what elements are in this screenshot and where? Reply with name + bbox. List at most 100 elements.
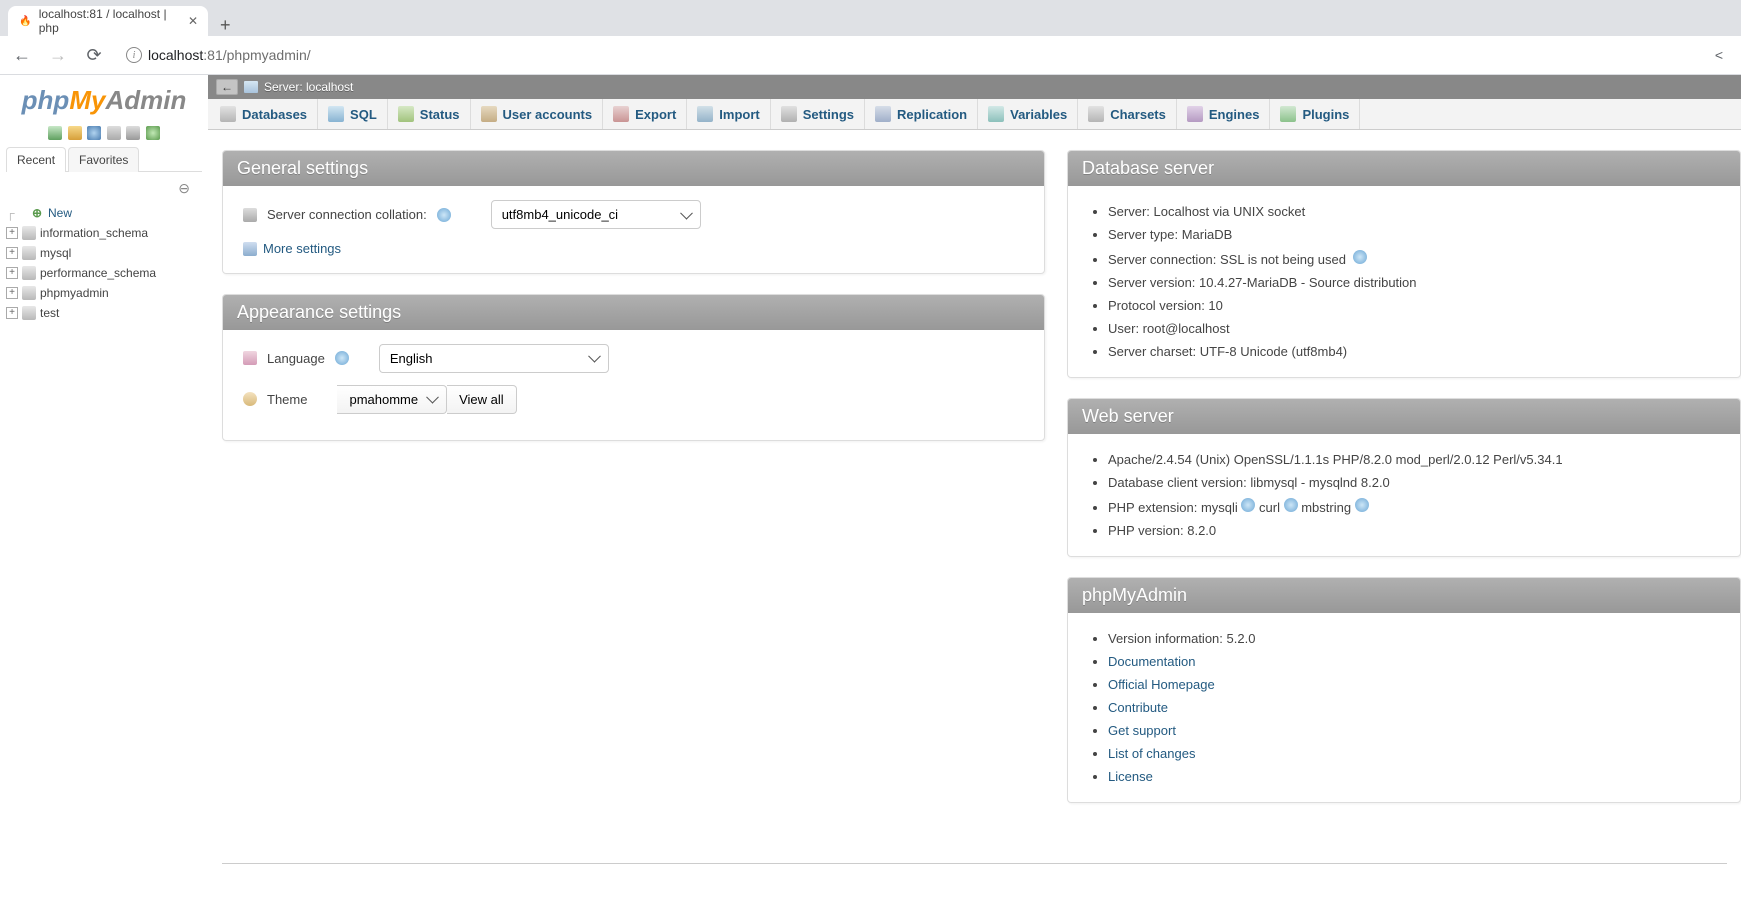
url-port: :81: [203, 47, 222, 63]
list-item: User: root@localhost: [1108, 317, 1720, 340]
logo-admin: Admin: [105, 85, 186, 115]
menu-label: Databases: [242, 107, 307, 122]
list-item: Apache/2.4.54 (Unix) OpenSSL/1.1.1s PHP/…: [1108, 448, 1720, 471]
site-info-icon[interactable]: i: [126, 47, 142, 63]
collapse-handle-icon[interactable]: ⊖: [0, 172, 208, 197]
tree-db-performance-schema[interactable]: + performance_schema: [4, 263, 204, 283]
url-host: localhost: [148, 47, 203, 63]
expand-icon[interactable]: +: [6, 247, 18, 259]
logout-icon[interactable]: [68, 126, 82, 140]
close-tab-icon[interactable]: ✕: [188, 14, 198, 28]
tree-db-information-schema[interactable]: + information_schema: [4, 223, 204, 243]
browser-chrome: 🔥 localhost:81 / localhost | php ✕ + ← →…: [0, 0, 1741, 75]
new-tab-button[interactable]: +: [208, 15, 243, 36]
database-tree: ┌ ⊕ New + information_schema + mysql + p…: [0, 197, 208, 329]
separator: [222, 863, 1727, 864]
link-contribute[interactable]: Contribute: [1108, 700, 1168, 715]
panel-database-server: Database server Server: Localhost via UN…: [1067, 150, 1741, 378]
menu-engines[interactable]: Engines: [1177, 99, 1271, 129]
collation-label: Server connection collation:: [267, 207, 427, 222]
tab-recent[interactable]: Recent: [6, 147, 66, 172]
menu-sql[interactable]: SQL: [318, 99, 388, 129]
panel-web-server: Web server Apache/2.4.54 (Unix) OpenSSL/…: [1067, 398, 1741, 557]
db-name: test: [40, 306, 59, 320]
menu-plugins[interactable]: Plugins: [1270, 99, 1360, 129]
language-label: Language: [267, 351, 325, 366]
main: ← Server: localhost Databases SQL Status Us…: [208, 75, 1741, 910]
nav-settings-icon[interactable]: [107, 126, 121, 140]
charsets-icon: [1088, 106, 1104, 122]
sidebar-tabs: Recent Favorites: [6, 146, 202, 172]
expand-icon[interactable]: +: [6, 287, 18, 299]
link-documentation[interactable]: Documentation: [1108, 654, 1195, 669]
logo[interactable]: phpMyAdmin: [0, 75, 208, 120]
server-label: Server: localhost: [264, 80, 353, 94]
menu-label: Replication: [897, 107, 967, 122]
expand-icon[interactable]: +: [6, 267, 18, 279]
list-item: Get support: [1108, 719, 1720, 742]
menu-charsets[interactable]: Charsets: [1078, 99, 1177, 129]
panel-title: Appearance settings: [223, 295, 1044, 330]
panel-title: Database server: [1068, 151, 1740, 186]
quick-icons: [0, 120, 208, 146]
tab-title: localhost:81 / localhost | php: [39, 7, 178, 35]
link-license[interactable]: License: [1108, 769, 1153, 784]
home-icon[interactable]: [48, 126, 62, 140]
menu-label: SQL: [350, 107, 377, 122]
export-icon: [613, 106, 629, 122]
plugins-icon: [1280, 106, 1296, 122]
wrench-icon: [243, 242, 257, 256]
reload-button[interactable]: ⟳: [80, 41, 108, 69]
forward-button[interactable]: →: [44, 41, 72, 69]
menu-replication[interactable]: Replication: [865, 99, 978, 129]
docs-icon[interactable]: [87, 126, 101, 140]
menu-import[interactable]: Import: [687, 99, 770, 129]
back-button[interactable]: ←: [8, 41, 36, 69]
list-item: PHP extension: mysqli curl mbstring: [1108, 494, 1720, 519]
tree-new[interactable]: ┌ ⊕ New: [4, 203, 204, 223]
help-icon[interactable]: [437, 208, 451, 222]
menu-export[interactable]: Export: [603, 99, 687, 129]
share-button[interactable]: <: [1705, 41, 1733, 69]
help-icon[interactable]: [1241, 498, 1255, 512]
help-icon[interactable]: [1353, 250, 1367, 264]
expand-icon[interactable]: +: [6, 307, 18, 319]
expand-icon[interactable]: +: [6, 227, 18, 239]
new-db-link[interactable]: New: [48, 206, 72, 220]
tree-db-mysql[interactable]: + mysql: [4, 243, 204, 263]
variables-icon: [988, 106, 1004, 122]
language-select[interactable]: English: [379, 344, 609, 373]
menu-user-accounts[interactable]: User accounts: [471, 99, 604, 129]
help-icon[interactable]: [1355, 498, 1369, 512]
reload-nav-icon[interactable]: [146, 126, 160, 140]
more-settings-link[interactable]: More settings: [243, 241, 341, 256]
menu-label: Status: [420, 107, 460, 122]
theme-select[interactable]: pmahomme: [337, 385, 447, 414]
link-changes[interactable]: List of changes: [1108, 746, 1195, 761]
menu-label: User accounts: [503, 107, 593, 122]
list-item: Server type: MariaDB: [1108, 223, 1720, 246]
panel-title: Web server: [1068, 399, 1740, 434]
browser-tab[interactable]: 🔥 localhost:81 / localhost | php ✕: [8, 6, 208, 36]
sidebar: phpMyAdmin Recent Favorites ⊖ ┌ ⊕ New + …: [0, 75, 208, 910]
link-homepage[interactable]: Official Homepage: [1108, 677, 1215, 692]
tab-favorites[interactable]: Favorites: [68, 147, 139, 172]
collation-select[interactable]: utf8mb4_unicode_ci: [491, 200, 701, 229]
tree-db-phpmyadmin[interactable]: + phpmyadmin: [4, 283, 204, 303]
help-icon[interactable]: [335, 351, 349, 365]
menu-status[interactable]: Status: [388, 99, 471, 129]
breadcrumb-back-button[interactable]: ←: [216, 79, 238, 95]
url-bar[interactable]: i localhost:81/phpmyadmin/: [116, 43, 1697, 67]
tree-db-test[interactable]: + test: [4, 303, 204, 323]
menu-variables[interactable]: Variables: [978, 99, 1078, 129]
menu-databases[interactable]: Databases: [210, 99, 318, 129]
gear-icon[interactable]: [126, 126, 140, 140]
server-breadcrumb: ← Server: localhost: [208, 75, 1741, 99]
view-all-themes-button[interactable]: View all: [447, 385, 517, 414]
favicon-icon: 🔥: [18, 13, 33, 29]
help-icon[interactable]: [1284, 498, 1298, 512]
menu-settings[interactable]: Settings: [771, 99, 865, 129]
panel-general-settings: General settings Server connection colla…: [222, 150, 1045, 274]
link-support[interactable]: Get support: [1108, 723, 1176, 738]
list-item: Database client version: libmysql - mysq…: [1108, 471, 1720, 494]
